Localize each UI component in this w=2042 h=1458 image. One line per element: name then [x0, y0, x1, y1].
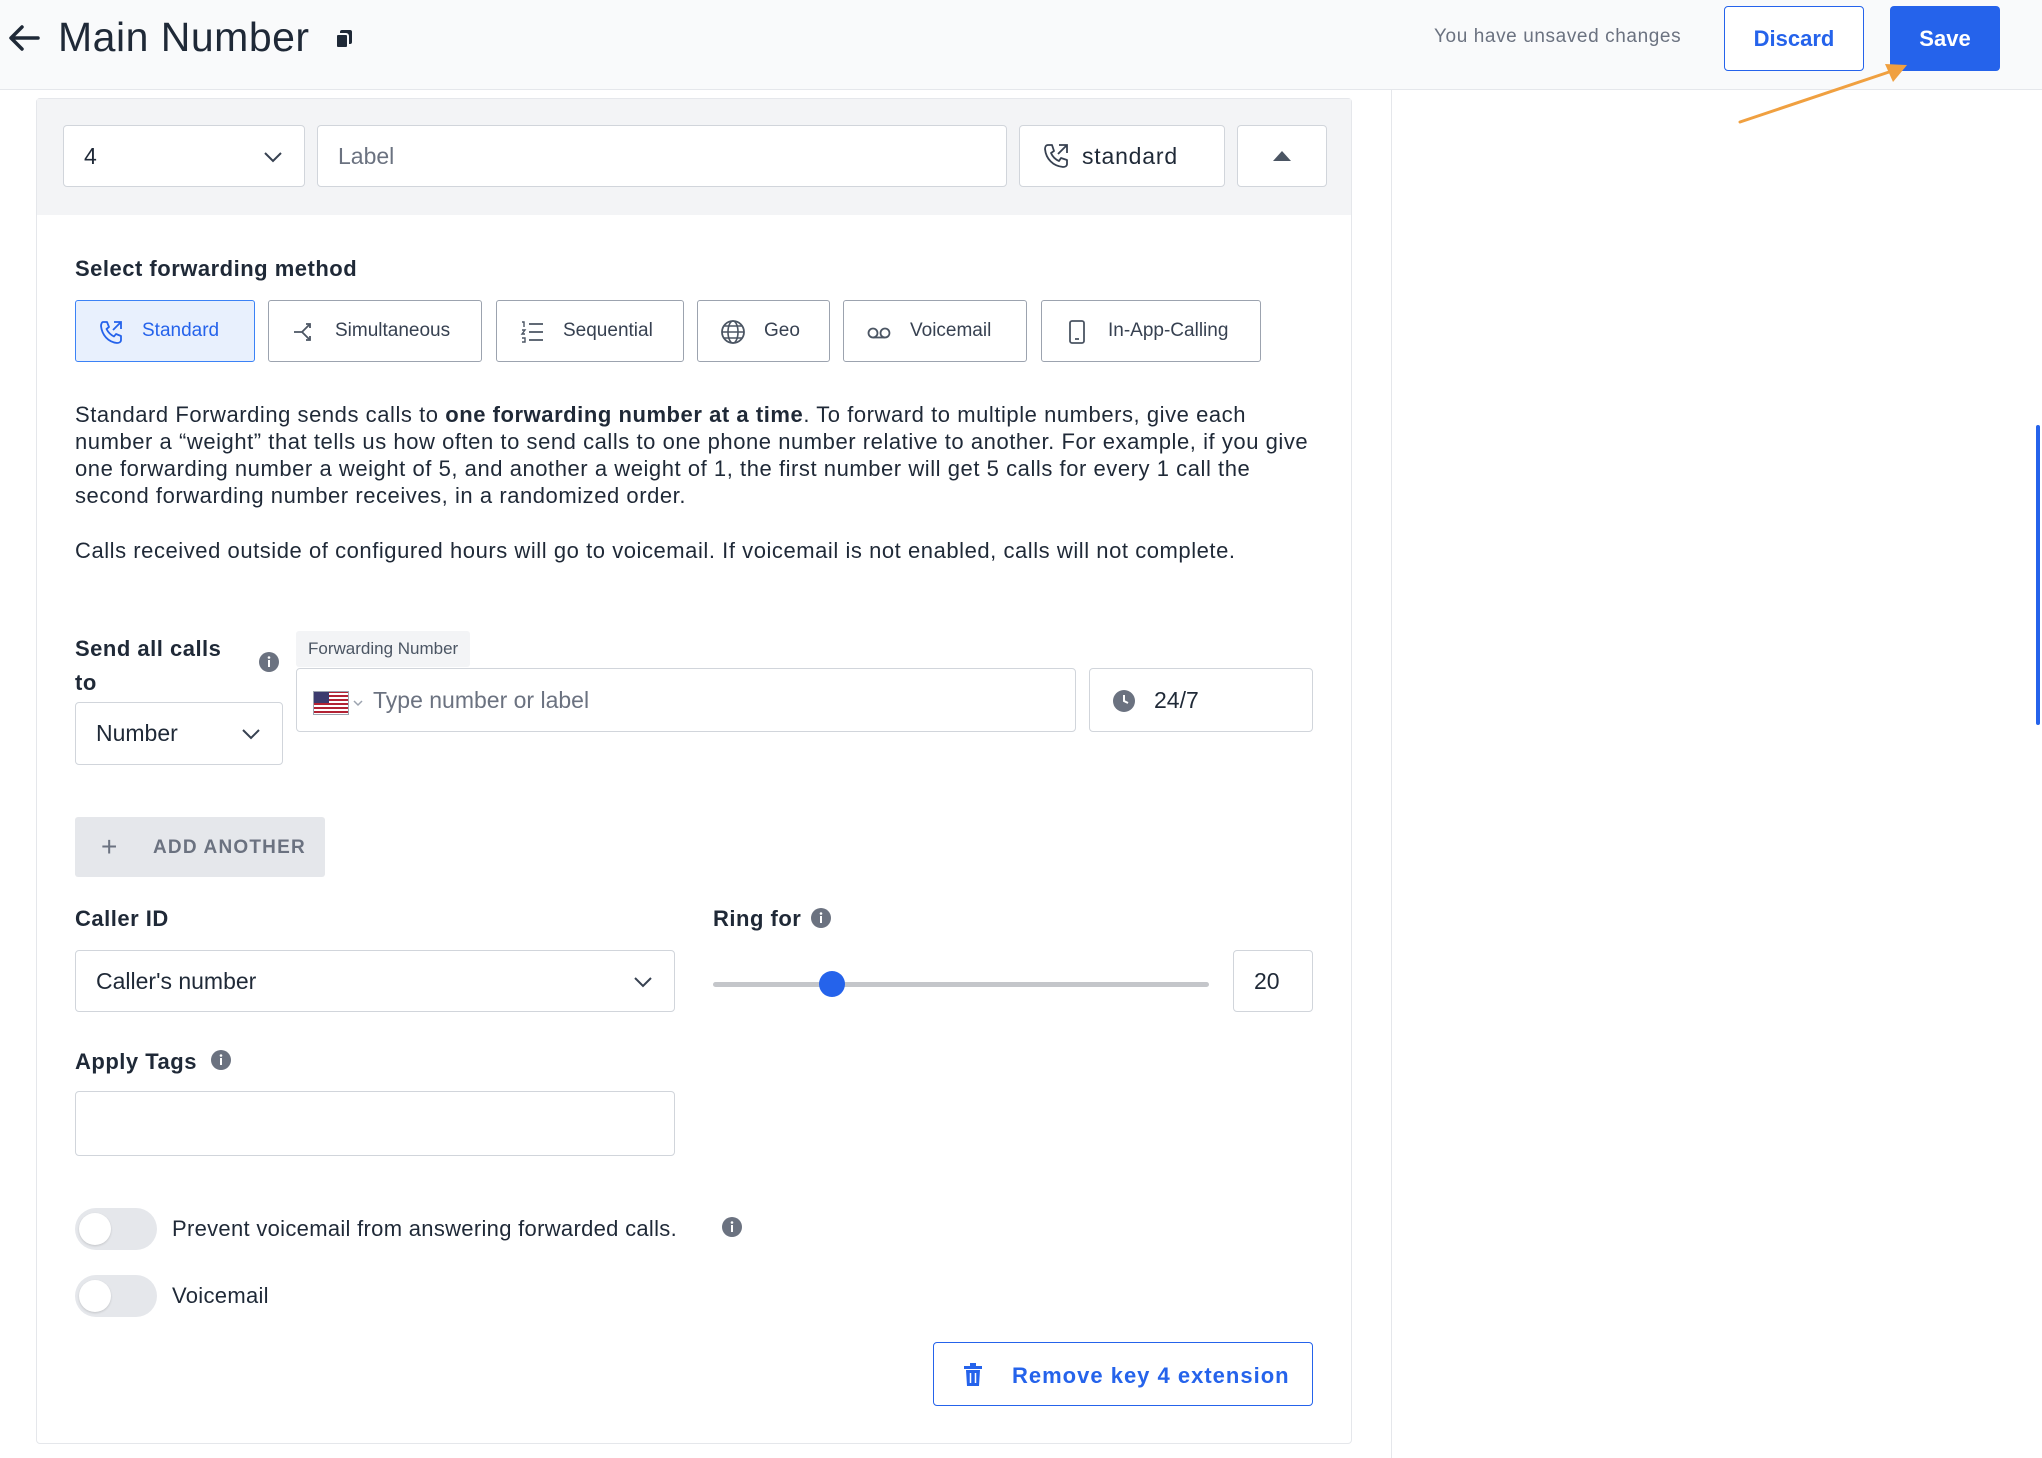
toggle-knob [79, 1213, 111, 1245]
method-label: Geo [764, 320, 800, 341]
caret-up-icon [1273, 151, 1291, 161]
forwarding-number-placeholder: Type number or label [373, 686, 590, 713]
add-another-button[interactable]: + ADD ANOTHER [75, 817, 325, 877]
forwarding-mode-button[interactable]: standard [1019, 125, 1225, 187]
hours-select[interactable]: 24/7 [1089, 668, 1313, 732]
toggle-knob [79, 1280, 111, 1312]
tags-input[interactable] [75, 1091, 675, 1156]
forwarding-mode-label: standard [1082, 142, 1178, 169]
chevron-down-icon [634, 977, 652, 988]
method-voicemail-button[interactable]: Voicemail [843, 300, 1027, 362]
target-type-select[interactable]: Number [75, 702, 283, 765]
voicemail-toggle[interactable] [75, 1275, 157, 1317]
key-select[interactable]: 4 [63, 125, 305, 187]
numbered-list-icon [520, 321, 543, 343]
label-input[interactable]: Label [317, 125, 1007, 187]
method-sequential-button[interactable]: Sequential [496, 300, 684, 362]
forwarding-number-input[interactable]: Type number or label [296, 668, 1076, 732]
right-panel-divider [1391, 90, 1392, 1458]
back-arrow-icon[interactable] [6, 20, 42, 56]
method-label: Simultaneous [335, 320, 451, 341]
prevent-voicemail-toggle[interactable] [75, 1208, 157, 1250]
method-simultaneous-button[interactable]: Simultaneous [268, 300, 482, 362]
info-icon[interactable] [258, 651, 280, 673]
info-icon[interactable] [810, 907, 832, 929]
slider-thumb[interactable] [819, 971, 846, 997]
copy-icon[interactable] [333, 28, 355, 50]
info-icon[interactable] [721, 1216, 743, 1238]
voicemail-note: Calls received outside of configured hou… [75, 538, 1236, 563]
method-geo-button[interactable]: Geo [697, 300, 830, 362]
ring-duration-slider[interactable] [713, 971, 1209, 997]
ring-duration-value: 20 [1254, 967, 1280, 994]
add-another-label: ADD ANOTHER [153, 837, 306, 858]
clock-icon [1113, 690, 1135, 712]
voicemail-label: Voicemail [172, 1283, 269, 1308]
remove-extension-label: Remove key 4 extension [1012, 1363, 1290, 1388]
method-label: Standard [142, 320, 220, 341]
unsaved-changes-text: You have unsaved changes [1434, 26, 1682, 47]
caller-id-label: Caller ID [75, 906, 169, 931]
phone-forward-icon [100, 321, 122, 344]
forwarding-number-tag: Forwarding Number [296, 631, 471, 667]
caller-id-select[interactable]: Caller's number [75, 950, 675, 1012]
extension-header: 4 Label standard [37, 99, 1351, 215]
chevron-down-icon [353, 700, 363, 707]
method-in-app-calling-button[interactable]: In-App-Calling [1041, 300, 1261, 362]
forwarding-method-heading: Select forwarding method [75, 256, 358, 281]
key-value: 4 [84, 142, 97, 169]
ring-for-label: Ring for [713, 906, 802, 931]
globe-icon [721, 320, 745, 344]
forwarding-description: Standard Forwarding sends calls to one f… [75, 402, 1309, 508]
voicemail-icon [867, 327, 891, 339]
hours-value: 24/7 [1154, 686, 1199, 713]
chevron-down-icon [264, 152, 282, 163]
send-all-calls-label: Send all calls to [75, 636, 222, 695]
page-title: Main Number [58, 14, 310, 60]
collapse-button[interactable] [1237, 125, 1327, 187]
mobile-phone-icon [1069, 320, 1085, 344]
remove-extension-button[interactable]: Remove key 4 extension [933, 1342, 1313, 1406]
phone-forward-icon [1044, 144, 1068, 168]
apply-tags-label: Apply Tags [75, 1049, 197, 1074]
chevron-down-icon [242, 729, 260, 740]
split-arrows-icon [294, 323, 311, 341]
target-type-value: Number [96, 720, 178, 746]
info-icon[interactable] [210, 1049, 232, 1071]
method-label: In-App-Calling [1108, 320, 1229, 341]
plus-icon: + [101, 831, 119, 862]
us-flag-icon[interactable] [313, 691, 349, 715]
annotation-arrow [1738, 64, 1907, 124]
method-label: Sequential [563, 320, 653, 341]
ring-duration-input[interactable]: 20 [1233, 950, 1313, 1012]
scrollbar-thumb[interactable] [2036, 425, 2040, 725]
prevent-voicemail-label: Prevent voicemail from answering forward… [172, 1216, 678, 1241]
caller-id-value: Caller's number [96, 967, 257, 994]
method-standard-button[interactable]: Standard [75, 300, 255, 362]
trash-icon [964, 1363, 982, 1386]
method-label: Voicemail [910, 320, 992, 341]
